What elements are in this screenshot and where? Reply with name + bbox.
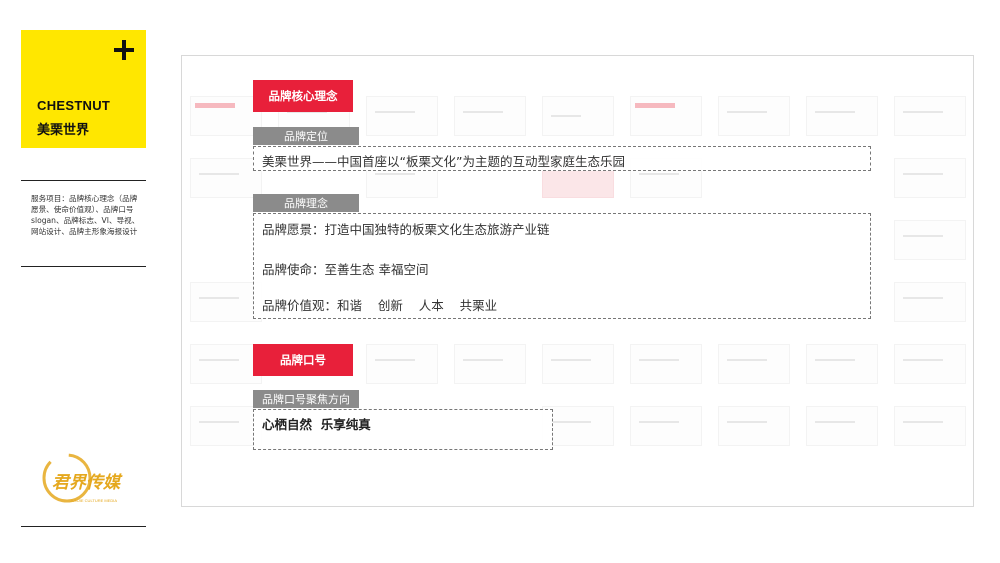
thumbnail (806, 406, 878, 446)
thumbnail (190, 344, 262, 384)
thumbnail (894, 158, 966, 198)
brand-name-cn: 美栗世界 (37, 123, 90, 138)
divider-top (21, 180, 146, 181)
thumbnail (454, 96, 526, 136)
slogan-box: 心栖自然 乐享纯真 (253, 409, 553, 450)
thumbnail (718, 406, 790, 446)
core-concept-heading: 品牌核心理念 (253, 80, 353, 112)
thumbnail (454, 344, 526, 384)
thumbnail (190, 282, 262, 322)
thumbnail (366, 96, 438, 136)
slogan-text: 心栖自然 乐享纯真 (262, 417, 371, 432)
divider-bottom (21, 526, 146, 527)
plus-icon (114, 40, 134, 60)
slogan-focus-tab: 品牌口号聚焦方向 (253, 390, 359, 408)
thumbnail (630, 406, 702, 446)
thumbnail (806, 96, 878, 136)
slogan-heading: 品牌口号 (253, 344, 353, 376)
thumbnail (718, 96, 790, 136)
thumbnail (630, 96, 702, 136)
thumbnail (806, 344, 878, 384)
positioning-tab: 品牌定位 (253, 127, 359, 145)
company-logo: 君界传媒 JUNJIE CULTURE MEDIA (40, 450, 135, 512)
thumbnail (190, 406, 262, 446)
thumbnail (542, 344, 614, 384)
values-text: 品牌价值观：和谐 创新 人本 共栗业 (262, 298, 498, 313)
thumbnail (894, 406, 966, 446)
thumbnail (894, 344, 966, 384)
logo-text: 君界传媒 (52, 473, 123, 493)
philosophy-box: 品牌愿景：打造中国独特的板栗文化生态旅游产业链 品牌使命：至善生态 幸福空间 品… (253, 213, 871, 319)
logo-subtext: JUNJIE CULTURE MEDIA (70, 498, 117, 503)
positioning-box: 美栗世界——中国首座以“板栗文化”为主题的互动型家庭生态乐园 (253, 146, 871, 171)
thumbnail (190, 96, 262, 136)
philosophy-tab: 品牌理念 (253, 194, 359, 212)
positioning-text: 美栗世界——中国首座以“板栗文化”为主题的互动型家庭生态乐园 (262, 154, 625, 169)
vision-text: 品牌愿景：打造中国独特的板栗文化生态旅游产业链 (262, 222, 550, 237)
thumbnail (718, 344, 790, 384)
thumbnail (366, 344, 438, 384)
brand-name-en: CHESTNUT (37, 98, 111, 113)
divider-middle (21, 266, 146, 267)
thumbnail (894, 282, 966, 322)
thumbnail (190, 158, 262, 198)
brand-card: CHESTNUT 美栗世界 (21, 30, 146, 148)
thumbnail (894, 220, 966, 260)
services-text: 服务项目：品牌核心理念（品牌愿景、使命价值观）、品牌口号slogan、品牌标志、… (31, 194, 140, 236)
thumbnail (630, 344, 702, 384)
thumbnail (542, 96, 614, 136)
thumbnail (894, 96, 966, 136)
mission-text: 品牌使命：至善生态 幸福空间 (262, 262, 429, 277)
